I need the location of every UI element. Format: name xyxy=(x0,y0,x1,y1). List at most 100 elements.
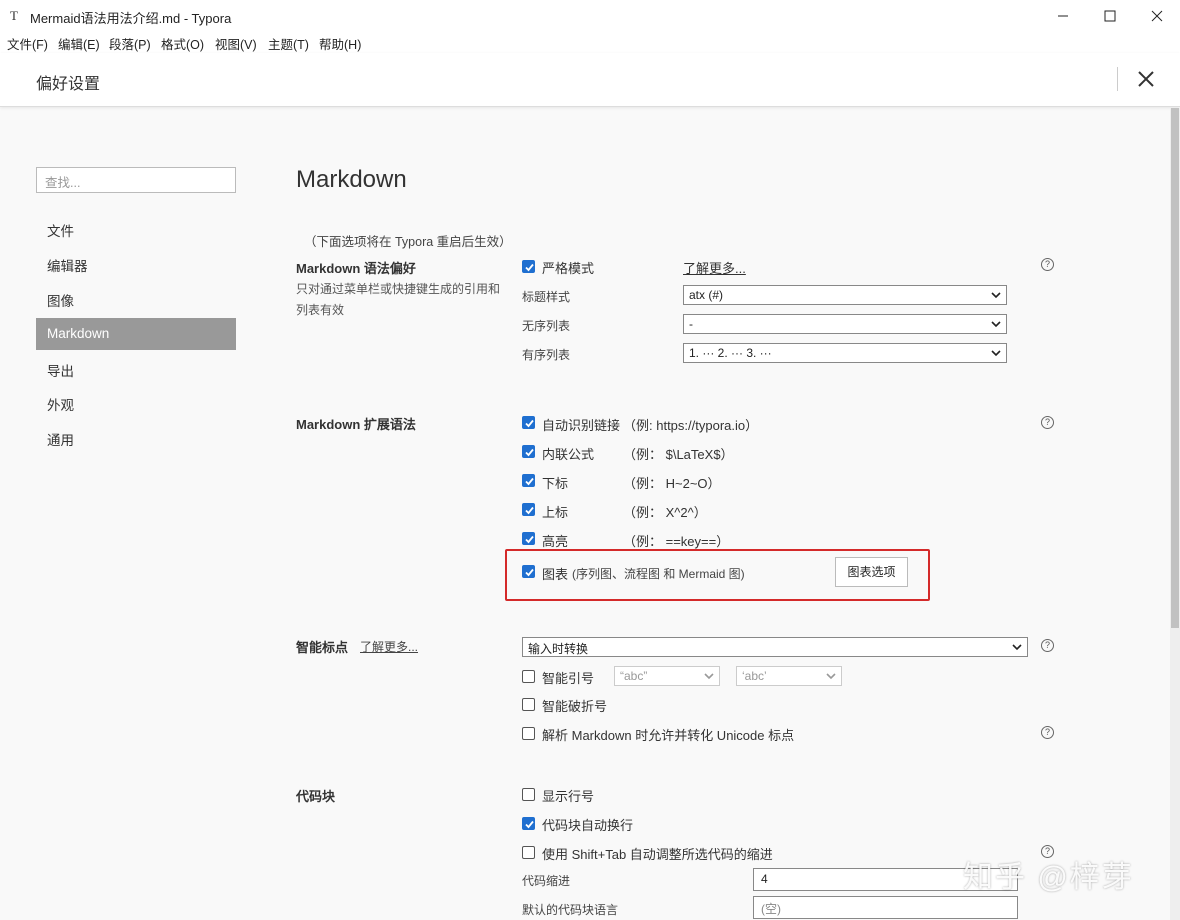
highlight-label: 高亮 xyxy=(542,534,569,549)
smart-quotes-label: 智能引号 xyxy=(542,671,595,686)
minimize-button[interactable] xyxy=(1040,0,1086,31)
maximize-button[interactable] xyxy=(1087,0,1133,31)
page-title: Markdown xyxy=(296,166,407,193)
double-quote-value: “abc” xyxy=(620,669,648,683)
smart-dash-label: 智能破折号 xyxy=(542,699,608,714)
menu-bar: 文件(F) 编辑(E) 段落(P) 格式(O) 视图(V) 主题(T) 帮助(H… xyxy=(0,31,1180,53)
menu-paragraph[interactable]: 段落(P) xyxy=(109,34,151,53)
shift-tab-label: 使用 Shift+Tab 自动调整所选代码的缩进 xyxy=(542,847,773,862)
ordered-list-label: 有序列表 xyxy=(522,348,571,362)
sidebar-item-export[interactable]: 导出 xyxy=(36,352,236,384)
default-lang-input[interactable]: (空) xyxy=(753,896,1018,919)
ordered-list-value: 1. ··· 2. ··· 3. ··· xyxy=(689,346,772,360)
strict-mode-label: 严格模式 xyxy=(542,261,595,276)
shift-tab-checkbox[interactable] xyxy=(522,846,535,859)
superscript-checkbox[interactable] xyxy=(522,503,535,516)
help-icon[interactable]: ? xyxy=(1041,258,1054,271)
section-title-code-block: 代码块 xyxy=(296,789,336,804)
chevron-down-icon xyxy=(991,321,1001,328)
preferences-header: 偏好设置 xyxy=(0,53,1180,107)
close-preferences-button[interactable] xyxy=(1134,67,1158,91)
title-bar: T Mermaid语法用法介绍.md - Typora xyxy=(0,0,1180,31)
sidebar-item-file[interactable]: 文件 xyxy=(36,212,236,244)
menu-edit[interactable]: 编辑(E) xyxy=(58,34,100,53)
code-wrap-label: 代码块自动换行 xyxy=(542,818,634,833)
unordered-list-value: - xyxy=(689,317,693,331)
diagrams-detail: (序列图、流程图 和 Mermaid 图) xyxy=(572,567,745,581)
checkmark-icon xyxy=(525,568,534,577)
menu-theme[interactable]: 主题(T) xyxy=(268,34,309,53)
section-title-syntax-pref: Markdown 语法偏好 xyxy=(296,261,416,276)
menu-view[interactable]: 视图(V) xyxy=(215,34,257,53)
ordered-list-select[interactable]: 1. ··· 2. ··· 3. ··· xyxy=(683,343,1007,363)
smart-dash-checkbox[interactable] xyxy=(522,698,535,711)
code-wrap-checkbox[interactable] xyxy=(522,817,535,830)
unicode-punct-label: 解析 Markdown 时允许并转化 Unicode 标点 xyxy=(542,728,795,743)
header-divider xyxy=(1117,67,1118,91)
close-icon xyxy=(1151,10,1163,22)
single-quote-value: ‘abc’ xyxy=(742,669,767,683)
zhihu-watermark: 知乎 @梓芽 xyxy=(963,861,1134,894)
diagrams-checkbox[interactable] xyxy=(522,565,535,578)
double-quote-select[interactable]: “abc” xyxy=(614,666,720,686)
learn-more-link[interactable]: 了解更多... xyxy=(683,258,746,277)
sidebar-item-image[interactable]: 图像 xyxy=(36,282,236,314)
unicode-punct-checkbox[interactable] xyxy=(522,727,535,740)
menu-help[interactable]: 帮助(H) xyxy=(319,34,361,53)
help-icon[interactable]: ? xyxy=(1041,639,1054,652)
heading-style-label: 标题样式 xyxy=(522,290,571,304)
help-icon[interactable]: ? xyxy=(1041,726,1054,739)
checkmark-icon xyxy=(525,820,534,829)
chevron-down-icon xyxy=(991,292,1001,299)
close-window-button[interactable] xyxy=(1134,0,1180,31)
autolink-checkbox[interactable] xyxy=(522,416,535,429)
diagram-options-button[interactable]: 图表选项 xyxy=(835,557,908,587)
default-lang-label: 默认的代码块语言 xyxy=(522,903,619,917)
line-numbers-checkbox[interactable] xyxy=(522,788,535,801)
smart-quotes-checkbox[interactable] xyxy=(522,670,535,683)
inline-math-checkbox[interactable] xyxy=(522,445,535,458)
superscript-label: 上标 xyxy=(542,505,569,520)
sidebar-item-appearance[interactable]: 外观 xyxy=(36,386,236,418)
chevron-down-icon xyxy=(704,673,714,680)
window-title: Mermaid语法用法介绍.md - Typora xyxy=(30,11,232,26)
menu-file[interactable]: 文件(F) xyxy=(7,34,48,53)
strict-mode-checkbox[interactable] xyxy=(522,260,535,273)
search-input[interactable]: 查找... xyxy=(36,167,236,193)
unordered-list-select[interactable]: - xyxy=(683,314,1007,334)
chevron-down-icon xyxy=(826,673,836,680)
help-icon[interactable]: ? xyxy=(1041,416,1054,429)
minimize-icon xyxy=(1058,15,1068,17)
single-quote-select[interactable]: ‘abc’ xyxy=(736,666,842,686)
superscript-example: （例： X^2^） xyxy=(623,505,707,520)
checkmark-icon xyxy=(525,263,534,272)
inline-math-label: 内联公式 xyxy=(542,447,595,462)
smart-punct-learn-more-link[interactable]: 了解更多... xyxy=(360,638,418,655)
maximize-icon xyxy=(1104,10,1116,22)
sidebar-item-general[interactable]: 通用 xyxy=(36,421,236,453)
chevron-down-icon xyxy=(1012,644,1022,651)
section-title-extended: Markdown 扩展语法 xyxy=(296,417,416,432)
smart-punct-mode-select[interactable]: 输入时转换 xyxy=(522,637,1028,657)
subscript-checkbox[interactable] xyxy=(522,474,535,487)
close-icon xyxy=(1138,71,1154,87)
line-numbers-label: 显示行号 xyxy=(542,789,595,804)
diagrams-label: 图表 xyxy=(542,567,569,582)
sidebar-item-markdown[interactable]: Markdown xyxy=(36,318,236,350)
checkmark-icon xyxy=(525,419,534,428)
inline-math-example: （例： $\LaTeX$） xyxy=(623,447,734,462)
scrollbar-thumb[interactable] xyxy=(1171,108,1179,628)
restart-note: （下面选项将在 Typora 重启后生效） xyxy=(304,235,512,249)
highlight-example: （例： ==key==） xyxy=(623,534,730,549)
smart-punct-mode-value: 输入时转换 xyxy=(528,642,589,656)
menu-format[interactable]: 格式(O) xyxy=(161,34,204,53)
subscript-example: （例： H~2~O） xyxy=(623,476,721,491)
checkmark-icon xyxy=(525,506,534,515)
heading-style-select[interactable]: atx (#) xyxy=(683,285,1007,305)
highlight-checkbox[interactable] xyxy=(522,532,535,545)
unordered-list-label: 无序列表 xyxy=(522,319,571,333)
sidebar-item-editor[interactable]: 编辑器 xyxy=(36,247,236,279)
typora-app-icon: T xyxy=(10,8,18,23)
vertical-scrollbar[interactable] xyxy=(1170,108,1180,920)
autolink-example: （例: https://typora.io） xyxy=(623,418,759,433)
